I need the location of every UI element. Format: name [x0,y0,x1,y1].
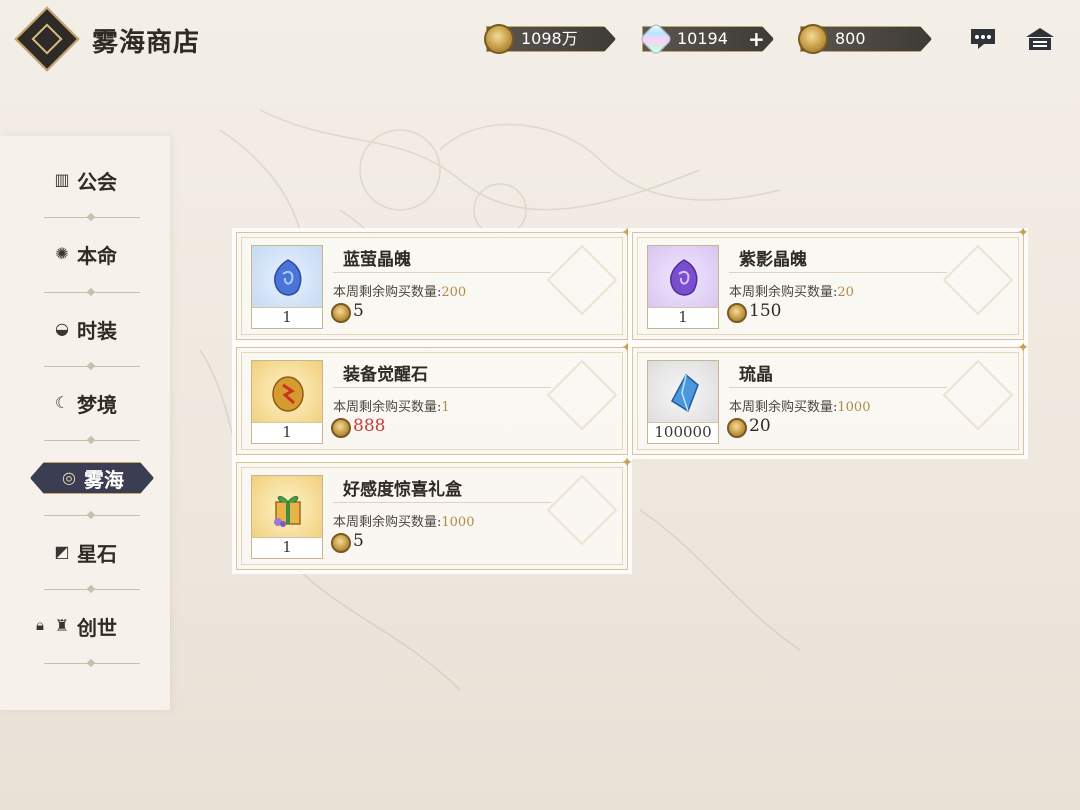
purchase-limit: 本周剩余购买数量:1 [333,396,450,415]
item-thumbnail: 1 [647,245,719,329]
sidebar-item-dream[interactable]: ☾ 梦境 [0,383,170,423]
genesis-icon: ♜ [54,616,70,635]
home-icon[interactable] [1024,26,1054,52]
add-crystal-button[interactable]: + [748,26,765,52]
purchase-limit-label: 本周剩余购买数量: [729,400,838,415]
mist-coin-icon [727,418,747,438]
sidebar-divider [44,589,140,590]
purchase-limit: 本周剩余购买数量:200 [333,281,466,300]
gold-currency-value: 1098万 [521,29,578,48]
shop-item-card[interactable]: ✦ 1 紫影晶魄 本周剩余购买数量:20 150 [632,225,1029,340]
item-price: 888 [353,416,386,436]
item-name: 好感度惊喜礼盒 [343,480,462,500]
sparkle-icon: ✦ [1017,340,1029,356]
sidebar-item-starstone[interactable]: ◩ 星石 [0,532,170,572]
item-quantity: 1 [252,537,322,558]
sidebar-item-fashion[interactable]: ◒ 时装 [0,309,170,349]
mist-sea-icon: ◎ [62,468,76,487]
shop-logo-icon[interactable] [14,6,80,72]
sidebar-item-mist-sea[interactable]: ◎ 雾海 [30,462,154,494]
item-quantity: 1 [648,307,718,328]
purchase-limit-value: 20 [837,285,854,300]
item-price: 150 [749,301,782,321]
gift-box-icon [274,496,301,527]
sidebar-divider [44,663,140,664]
sidebar-item-label: 梦境 [77,392,117,417]
purchase-limit: 本周剩余购买数量:20 [729,281,854,300]
shop-item-card[interactable]: ✦ 1 蓝萤晶魄 本周剩余购买数量:200 5 [236,225,633,340]
sidebar-item-label: 时装 [77,318,117,343]
sidebar-item-label: 公会 [77,169,117,194]
sidebar-item-label: 雾海 [84,467,124,492]
item-name: 蓝萤晶魄 [343,250,411,270]
purchase-limit-value: 1000 [837,400,871,415]
item-name: 紫影晶魄 [739,250,807,270]
shop-item-card[interactable]: ✦ 1 装备觉醒石 本周剩余购买数量:1 888 [236,340,633,455]
starstone-icon: ◩ [54,542,70,561]
item-quantity: 1 [252,422,322,443]
dream-icon: ☾ [54,393,70,412]
sparkle-icon: ✦ [1017,225,1029,241]
page-title: 雾海商店 [92,28,201,58]
sidebar-item-label: 本命 [77,243,117,268]
mist-currency-value: 800 [835,29,866,48]
blue-soul-crystal-icon [274,259,302,296]
item-thumbnail: 1 [251,360,323,444]
item-price: 20 [749,416,771,436]
shop-item-card[interactable]: ✦ 1 好感度惊喜礼盒 本周剩余购买数量:1000 5 [236,455,633,570]
item-price: 5 [353,531,364,551]
purchase-limit: 本周剩余购买数量:1000 [729,396,870,415]
purchase-limit-label: 本周剩余购买数量: [333,285,442,300]
gold-coin-icon [484,24,514,54]
purchase-limit-value: 200 [441,285,467,300]
awakening-stone-icon [272,376,304,412]
mist-coin-icon [798,24,828,54]
purchase-limit-value: 1 [441,400,450,415]
purchase-limit-label: 本周剩余购买数量: [729,285,838,300]
purple-soul-crystal-icon [670,259,698,296]
item-quantity: 1 [252,307,322,328]
item-thumbnail: 1 [251,245,323,329]
mist-coin-icon [331,418,351,438]
sidebar-divider [44,217,140,218]
crystal-currency-value: 10194 [677,29,728,48]
sidebar-item-label: 星石 [77,541,117,566]
mist-coin-icon [331,303,351,323]
item-name: 装备觉醒石 [343,365,428,385]
sidebar-divider [44,440,140,441]
item-thumbnail: 1 [251,475,323,559]
glaze-crystal-icon [671,373,699,413]
sparkle-icon: ✦ [621,455,633,471]
item-quantity: 100000 [648,422,718,443]
item-thumbnail: 100000 [647,360,719,444]
sidebar-divider [44,366,140,367]
item-name: 琉晶 [739,365,773,385]
purchase-limit: 本周剩余购买数量:1000 [333,511,474,530]
fashion-icon: ◒ [55,319,69,338]
chat-icon[interactable] [968,26,998,52]
sidebar-item-label: 创世 [77,615,117,640]
sidebar-item-destiny[interactable]: ✺ 本命 [0,234,170,274]
purchase-limit-value: 1000 [441,515,475,530]
guild-icon: ▥ [54,170,70,189]
purchase-limit-label: 本周剩余购买数量: [333,400,442,415]
sidebar-divider [44,292,140,293]
sidebar-item-genesis[interactable]: ♜ 创世 [0,606,170,646]
shop-item-card[interactable]: ✦ 100000 琉晶 本周剩余购买数量:1000 20 [632,340,1029,455]
sidebar-item-guild[interactable]: ▥ 公会 [0,160,170,200]
destiny-icon: ✺ [55,244,69,263]
sidebar-divider [44,515,140,516]
mist-coin-icon [727,303,747,323]
mist-coin-icon [331,533,351,553]
purchase-limit-label: 本周剩余购买数量: [333,515,442,530]
item-price: 5 [353,301,364,321]
